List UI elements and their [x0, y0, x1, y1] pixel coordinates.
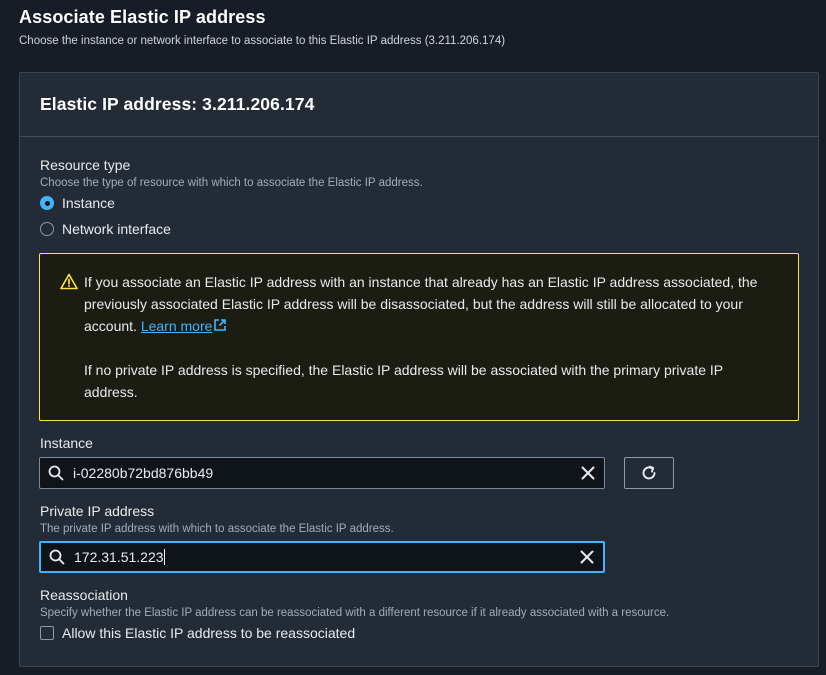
clear-icon[interactable] [580, 465, 596, 481]
elastic-ip-panel: Elastic IP address: 3.211.206.174 Resour… [19, 72, 819, 667]
reassociation-checkbox-label[interactable]: Allow this Elastic IP address to be reas… [62, 625, 355, 641]
private-ip-label: Private IP address [40, 503, 155, 519]
private-ip-hint: The private IP address with which to ass… [40, 523, 394, 535]
resource-type-section: Resource type Choose the type of resourc… [40, 156, 423, 239]
warning-icon [60, 273, 78, 290]
radio-instance[interactable] [40, 196, 54, 210]
panel-title: Elastic IP address: 3.211.206.174 [40, 94, 315, 114]
reassociation-checkbox-row[interactable]: Allow this Elastic IP address to be reas… [40, 623, 669, 643]
reassociation-checkbox[interactable] [40, 626, 54, 640]
radio-network-interface-option[interactable]: Network interface [40, 219, 423, 239]
page-header: Associate Elastic IP address Choose the … [19, 6, 816, 48]
alert-paragraph-1: If you associate an Elastic IP address w… [84, 271, 774, 337]
private-ip-input[interactable]: 172.31.51.223 [74, 549, 579, 565]
learn-more-link[interactable]: Learn more [141, 318, 228, 334]
radio-instance-label[interactable]: Instance [62, 195, 115, 211]
alert-paragraph-2: If no private IP address is specified, t… [84, 362, 723, 400]
reassociation-hint: Specify whether the Elastic IP address c… [40, 607, 670, 619]
instance-value[interactable]: i-02280b72bd876bb49 [73, 465, 580, 481]
reassociation-label: Reassociation [40, 587, 128, 603]
alert-text: If you associate an Elastic IP address w… [84, 271, 774, 403]
warning-alert: If you associate an Elastic IP address w… [39, 253, 799, 421]
radio-network-interface[interactable] [40, 222, 54, 236]
radio-network-interface-label[interactable]: Network interface [62, 221, 171, 237]
private-ip-value[interactable]: 172.31.51.223 [74, 549, 164, 565]
resource-type-label: Resource type [40, 157, 131, 173]
page-title: Associate Elastic IP address [19, 7, 266, 27]
page-description: Choose the instance or network interface… [19, 35, 506, 47]
clear-icon[interactable] [579, 549, 595, 565]
refresh-button[interactable] [624, 457, 674, 489]
instance-search-field[interactable]: i-02280b72bd876bb49 [39, 457, 605, 489]
external-link-icon[interactable] [213, 318, 227, 332]
private-ip-search-field[interactable]: 172.31.51.223 [39, 541, 605, 573]
resource-type-hint: Choose the type of resource with which t… [40, 177, 423, 189]
search-icon [49, 549, 65, 565]
learn-more-label[interactable]: Learn more [141, 318, 213, 334]
text-caret [163, 549, 165, 565]
refresh-icon[interactable] [640, 464, 658, 482]
radio-instance-option[interactable]: Instance [40, 193, 423, 213]
private-ip-section: Private IP address The private IP addres… [40, 502, 394, 536]
search-icon [48, 465, 64, 481]
instance-label: Instance [40, 435, 93, 451]
panel-header: Elastic IP address: 3.211.206.174 [20, 73, 818, 137]
reassociation-section: Reassociation Specify whether the Elasti… [40, 586, 669, 643]
